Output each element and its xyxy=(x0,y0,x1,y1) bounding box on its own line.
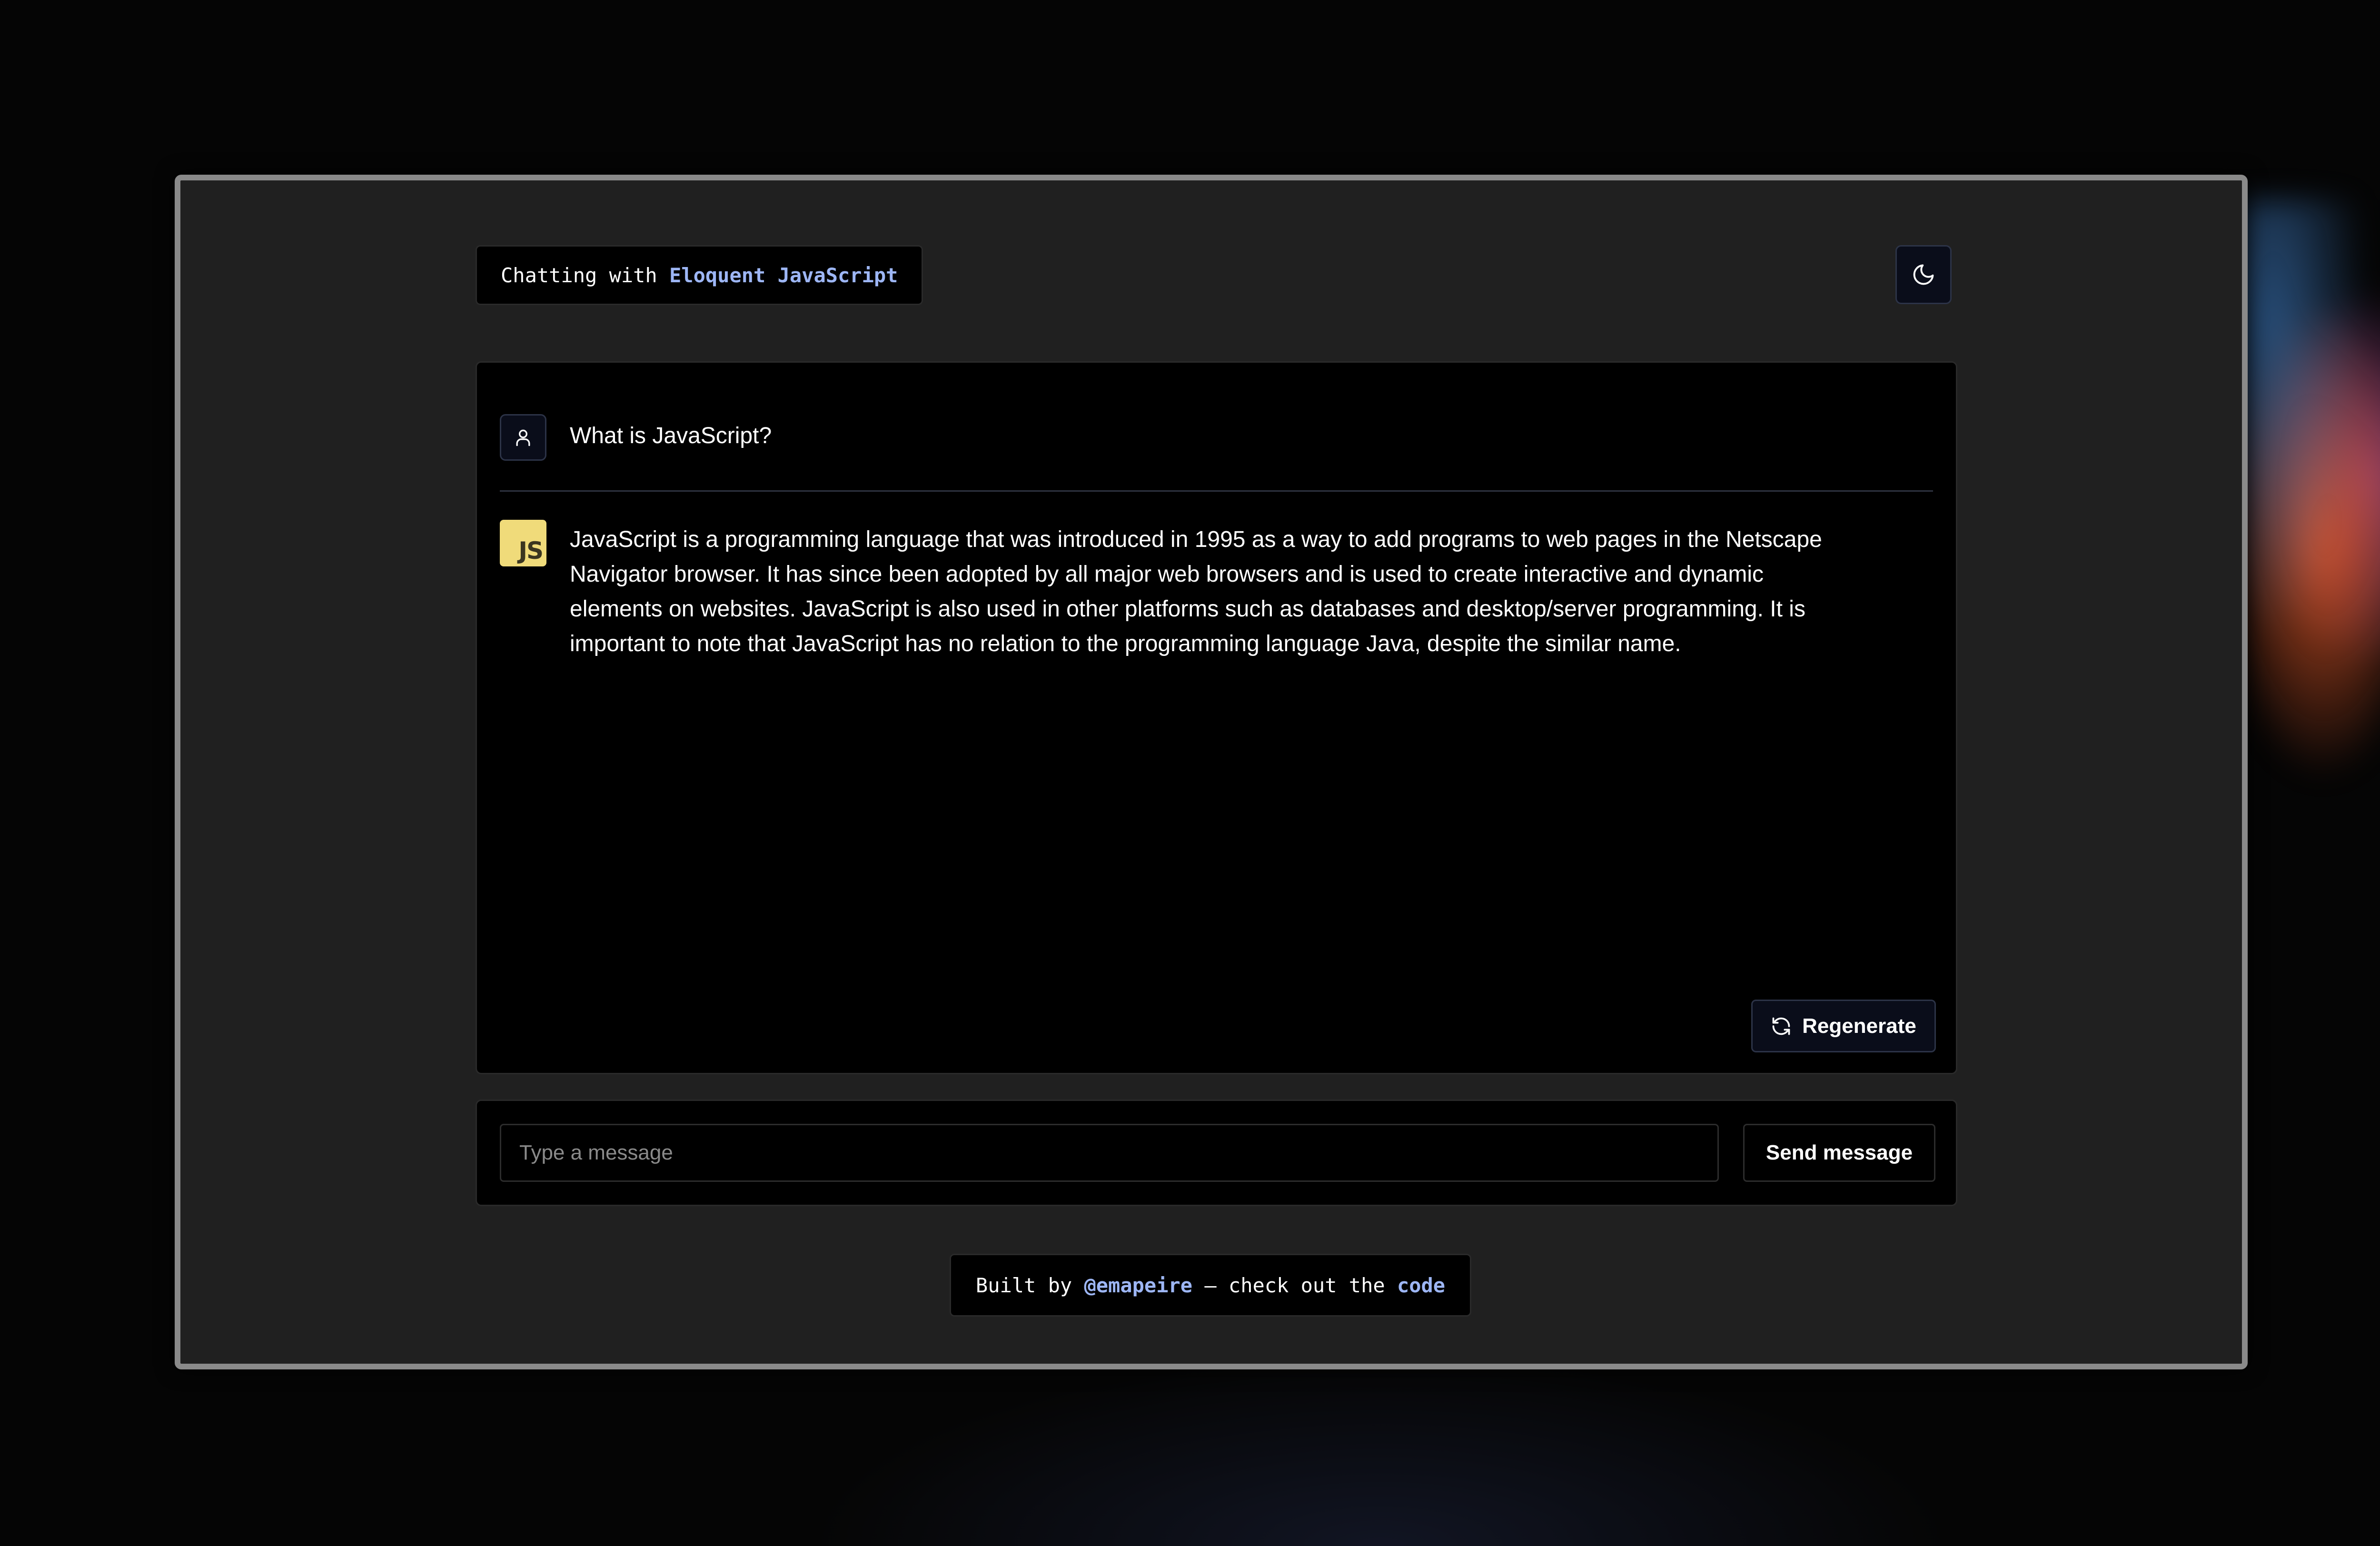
message-divider xyxy=(500,490,1933,492)
chat-header: Chatting with Eloquent JavaScript xyxy=(476,245,923,305)
moon-icon xyxy=(1913,264,1934,285)
theme-toggle-button[interactable] xyxy=(1895,245,1952,304)
send-message-button[interactable]: Send message xyxy=(1743,1124,1935,1182)
js-logo-avatar: JS xyxy=(500,520,546,566)
app-window: Chatting with Eloquent JavaScript What i… xyxy=(175,175,2248,1369)
author-link[interactable]: @emapeire xyxy=(1084,1274,1192,1297)
regenerate-button[interactable]: Regenerate xyxy=(1751,1000,1936,1052)
background-shade xyxy=(809,1356,1952,1546)
footer-prefix: Built by xyxy=(975,1273,1084,1297)
header-prefix: Chatting with xyxy=(501,263,670,287)
message-input[interactable] xyxy=(500,1124,1719,1182)
user-message: What is JavaScript? xyxy=(570,423,772,448)
footer-middle: – check out the xyxy=(1192,1273,1397,1297)
bot-message: JavaScript is a programming language tha… xyxy=(570,527,1822,656)
book-title: Eloquent JavaScript xyxy=(669,263,898,287)
send-message-label: Send message xyxy=(1765,1141,1913,1164)
chat-panel: What is JavaScript? JS JavaScript is a p… xyxy=(476,361,1957,1074)
refresh-icon xyxy=(1772,1017,1790,1035)
user-icon xyxy=(516,429,530,446)
regenerate-label: Regenerate xyxy=(1802,1014,1916,1038)
composer-panel: Send message xyxy=(476,1100,1957,1206)
js-logo-text: JS xyxy=(518,537,544,565)
code-link[interactable]: code xyxy=(1397,1274,1445,1297)
footer-credit: Built by @emapeire – check out the code xyxy=(950,1254,1471,1317)
user-avatar xyxy=(500,414,546,461)
